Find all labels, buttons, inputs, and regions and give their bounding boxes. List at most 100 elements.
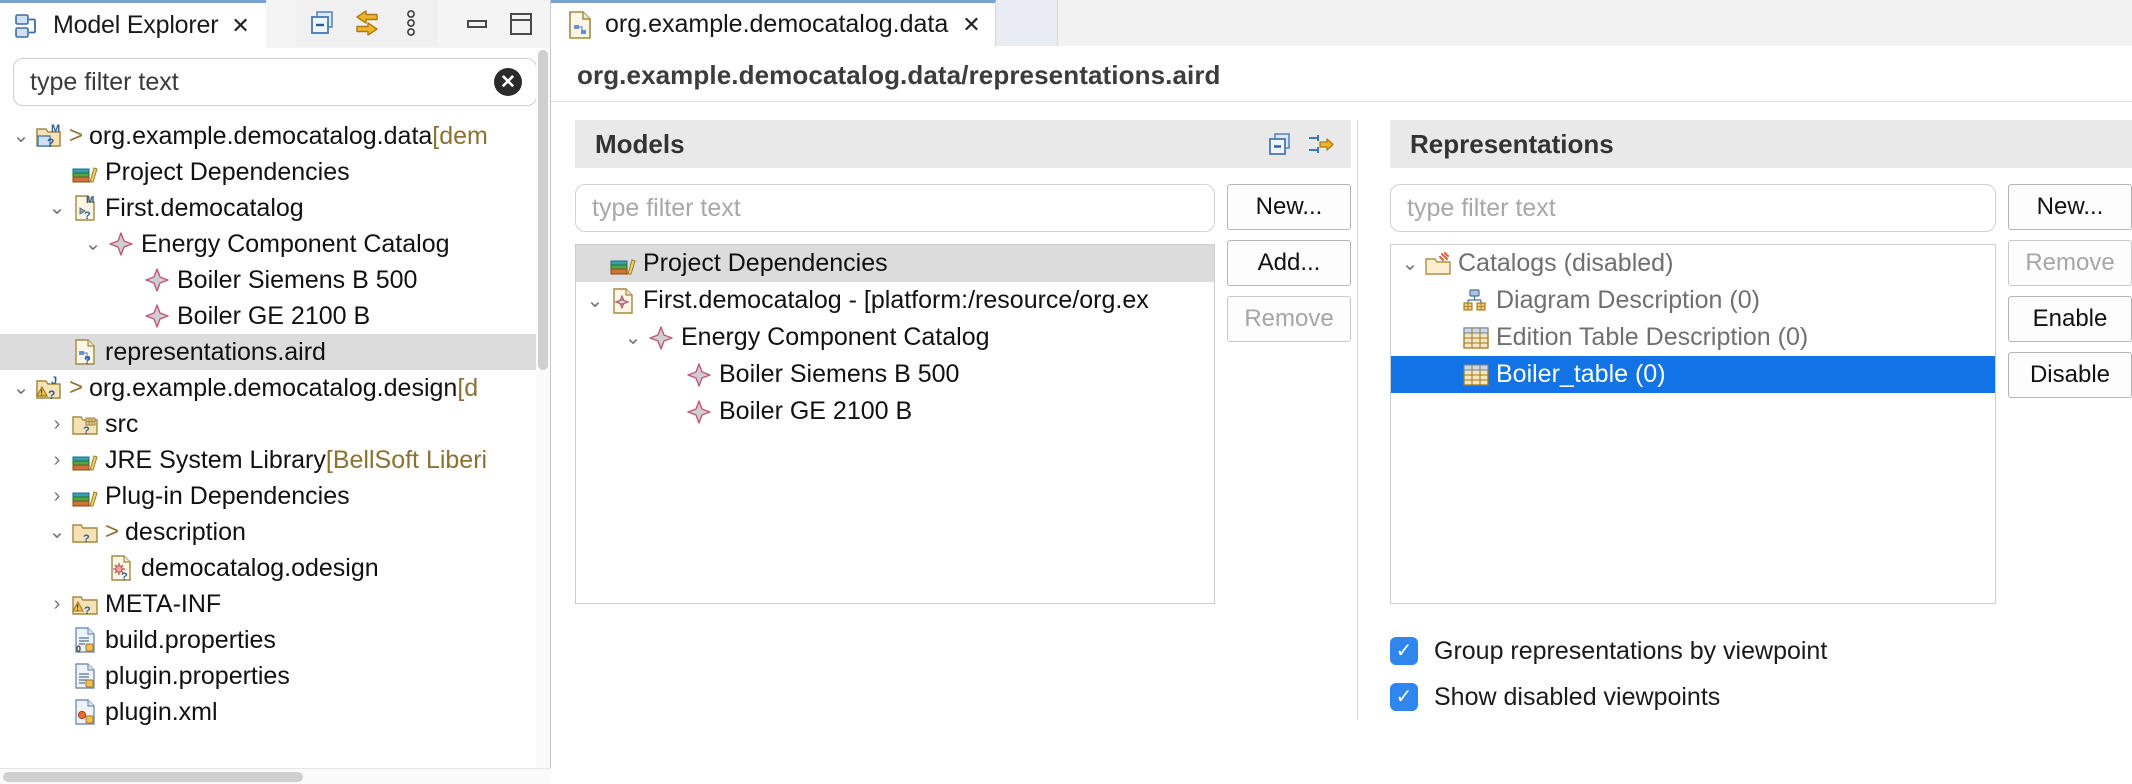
chevron-down-icon[interactable]: ⌄	[8, 126, 34, 146]
chevron-down-icon[interactable]: ⌄	[1397, 254, 1423, 274]
tree-item-label: build.properties	[105, 625, 276, 654]
minimize-icon[interactable]	[462, 9, 492, 39]
representations-section: Representations type filter text ⌄ Catalo…	[1364, 120, 2132, 720]
representation-tree-item-label: Edition Table Description (0)	[1496, 323, 1809, 351]
editor-tab-overflow[interactable]	[995, 0, 1058, 46]
tree-item-plugin-properties[interactable]: plugin.properties	[0, 658, 550, 694]
tree-item-build-properties[interactable]: 0 build.properties	[0, 622, 550, 658]
meta-inf-folder-warning-icon: !?	[70, 590, 100, 618]
tree-item-energy-component-catalog[interactable]: ⌄ Energy Component Catalog	[0, 226, 550, 262]
representation-tree-item[interactable]: Boiler_table (0)	[1391, 356, 1995, 393]
link-with-editor-icon[interactable]	[346, 2, 388, 44]
checkbox-checked-icon[interactable]: ✓	[1390, 683, 1418, 711]
close-icon[interactable]: ✕	[960, 13, 980, 36]
models-tree-item[interactable]: ⌄ Energy Component Catalog	[576, 319, 1214, 356]
models-tree-item[interactable]: Boiler Siemens B 500	[576, 356, 1214, 393]
tree-item-description[interactable]: ⌄? > description	[0, 514, 550, 550]
models-tree-item-label: Energy Component Catalog	[681, 323, 990, 351]
explorer-horizontal-scrollbar[interactable]	[0, 768, 551, 784]
representations-filter-input[interactable]: type filter text	[1390, 184, 1996, 232]
model-explorer-tree[interactable]: ⌄ M? > org.example.democatalog.data [dem Pro…	[0, 118, 550, 730]
chevron-down-icon[interactable]: ⌄	[8, 378, 34, 398]
chevron-right-icon[interactable]: ›	[44, 486, 70, 506]
tree-item-label: representations.aird	[105, 337, 326, 366]
tree-item-label: Project Dependencies	[105, 157, 350, 186]
models-tree-item-label: First.democatalog - [platform:/resource/…	[643, 286, 1149, 314]
collapse-all-icon[interactable]	[302, 2, 344, 44]
models-filter-input[interactable]: type filter text	[575, 184, 1215, 232]
models-tree-item[interactable]: Boiler GE 2100 B	[576, 393, 1214, 430]
representations-filter-placeholder: type filter text	[1407, 193, 1556, 222]
tree-item-src[interactable]: ›? src	[0, 406, 550, 442]
tree-item-plugin-xml[interactable]: plugin.xml	[0, 694, 550, 730]
explorer-filter-input[interactable]: type filter text	[30, 68, 494, 97]
chevron-down-icon[interactable]: ⌄	[44, 522, 70, 542]
chevron-right-icon[interactable]: ›	[44, 594, 70, 614]
editor-panes: Models type filter text Project Dependen…	[551, 102, 2132, 720]
show-disabled-viewpoints-checkbox[interactable]: ✓ Show disabled viewpoints	[1390, 674, 1996, 720]
collapse-all-icon[interactable]	[1265, 129, 1295, 159]
scrollbar-thumb[interactable]	[538, 50, 548, 370]
reps-remove-button: Remove	[2008, 240, 2132, 286]
tree-item-label: description	[125, 517, 246, 546]
boiler-node-icon	[142, 266, 172, 294]
reps-new-button[interactable]: New...	[2008, 184, 2132, 230]
svg-text:?: ?	[83, 425, 90, 437]
tree-item-representations-aird[interactable]: ? representations.aird	[0, 334, 550, 370]
models-add-button[interactable]: Add...	[1227, 240, 1351, 286]
models-body: type filter text Project Dependencies ⌄ Fi…	[575, 168, 1351, 604]
svg-text:?: ?	[47, 136, 54, 150]
reps-enable-button[interactable]: Enable	[2008, 296, 2132, 342]
tree-item-meta-inf[interactable]: ›!? META-INF	[0, 586, 550, 622]
representations-button-column: New... Remove Enable Disable	[2008, 184, 2132, 720]
chevron-down-icon[interactable]: ⌄	[80, 234, 106, 254]
models-tree-item[interactable]: ⌄ First.democatalog - [platform:/resource…	[576, 282, 1214, 319]
panes-divider[interactable]	[1357, 120, 1358, 720]
aird-file-icon	[567, 10, 593, 40]
tree-item-org-example-democatalog-data[interactable]: ⌄ M? > org.example.democatalog.data [dem	[0, 118, 550, 154]
tree-item-label: src	[105, 409, 139, 438]
models-tree[interactable]: Project Dependencies ⌄ First.democatalog -…	[575, 244, 1215, 604]
clear-icon[interactable]: ✕	[494, 68, 522, 96]
chevron-down-icon[interactable]: ⌄	[582, 291, 608, 311]
chevron-right-icon[interactable]: ›	[44, 414, 70, 434]
chevron-down-icon[interactable]: ⌄	[44, 198, 70, 218]
representation-tree-item[interactable]: Edition Table Description (0)	[1391, 319, 1995, 356]
chevron-down-icon[interactable]: ⌄	[620, 328, 646, 348]
models-tree-item[interactable]: Project Dependencies	[576, 245, 1214, 282]
build-properties-icon: 0	[70, 626, 100, 654]
dirty-marker: >	[69, 122, 84, 149]
tree-item-democatalog-odesign[interactable]: ? democatalog.odesign	[0, 550, 550, 586]
svg-text:?: ?	[84, 355, 91, 366]
view-menu-icon[interactable]	[390, 2, 432, 44]
tree-item-suffix: [BellSoft Liberi	[325, 445, 488, 474]
tree-item-project-dependencies[interactable]: Project Dependencies	[0, 154, 550, 190]
tree-item-plug-in-dependencies[interactable]: › Plug-in Dependencies	[0, 478, 550, 514]
tree-item-label: First.democatalog	[105, 193, 304, 222]
scrollbar-thumb[interactable]	[3, 772, 303, 782]
maximize-icon[interactable]	[506, 9, 536, 39]
models-remove-button: Remove	[1227, 296, 1351, 342]
checkbox-checked-icon[interactable]: ✓	[1390, 637, 1418, 665]
tree-item-first-democatalog[interactable]: ⌄ M? First.democatalog	[0, 190, 550, 226]
tree-item-jre-system-library[interactable]: › JRE System Library [BellSoft Liberi	[0, 442, 550, 478]
link-with-editor-icon[interactable]	[1305, 129, 1337, 159]
reps-disable-button[interactable]: Disable	[2008, 352, 2132, 398]
chevron-right-icon[interactable]: ›	[44, 450, 70, 470]
model-explorer-tabbar: Model Explorer ✕	[0, 0, 550, 48]
close-icon[interactable]: ✕	[229, 14, 249, 37]
explorer-filter-box[interactable]: type filter text ✕	[13, 58, 537, 106]
tree-item-boiler-siemens-b-500[interactable]: Boiler Siemens B 500	[0, 262, 550, 298]
representation-tree-item[interactable]: ⌄ Catalogs (disabled)	[1391, 245, 1995, 282]
group-by-viewpoint-checkbox[interactable]: ✓ Group representations by viewpoint	[1390, 628, 1996, 674]
explorer-vertical-scrollbar[interactable]	[536, 48, 550, 768]
tab-model-explorer[interactable]: Model Explorer ✕	[0, 0, 266, 48]
tree-item-org-example-democatalog-design[interactable]: ⌄! J? > org.example.democatalog.design [d	[0, 370, 550, 406]
models-group-header: Models	[575, 120, 1351, 168]
representations-tree[interactable]: ⌄ Catalogs (disabled) Diagram Description …	[1390, 244, 1996, 604]
tab-aird-editor[interactable]: org.example.democatalog.data ✕	[551, 0, 996, 46]
representation-tree-item[interactable]: Diagram Description (0)	[1391, 282, 1995, 319]
models-new-button[interactable]: New...	[1227, 184, 1351, 230]
tree-item-boiler-ge-2100-b[interactable]: Boiler GE 2100 B	[0, 298, 550, 334]
tree-item-label: plugin.properties	[105, 661, 290, 690]
